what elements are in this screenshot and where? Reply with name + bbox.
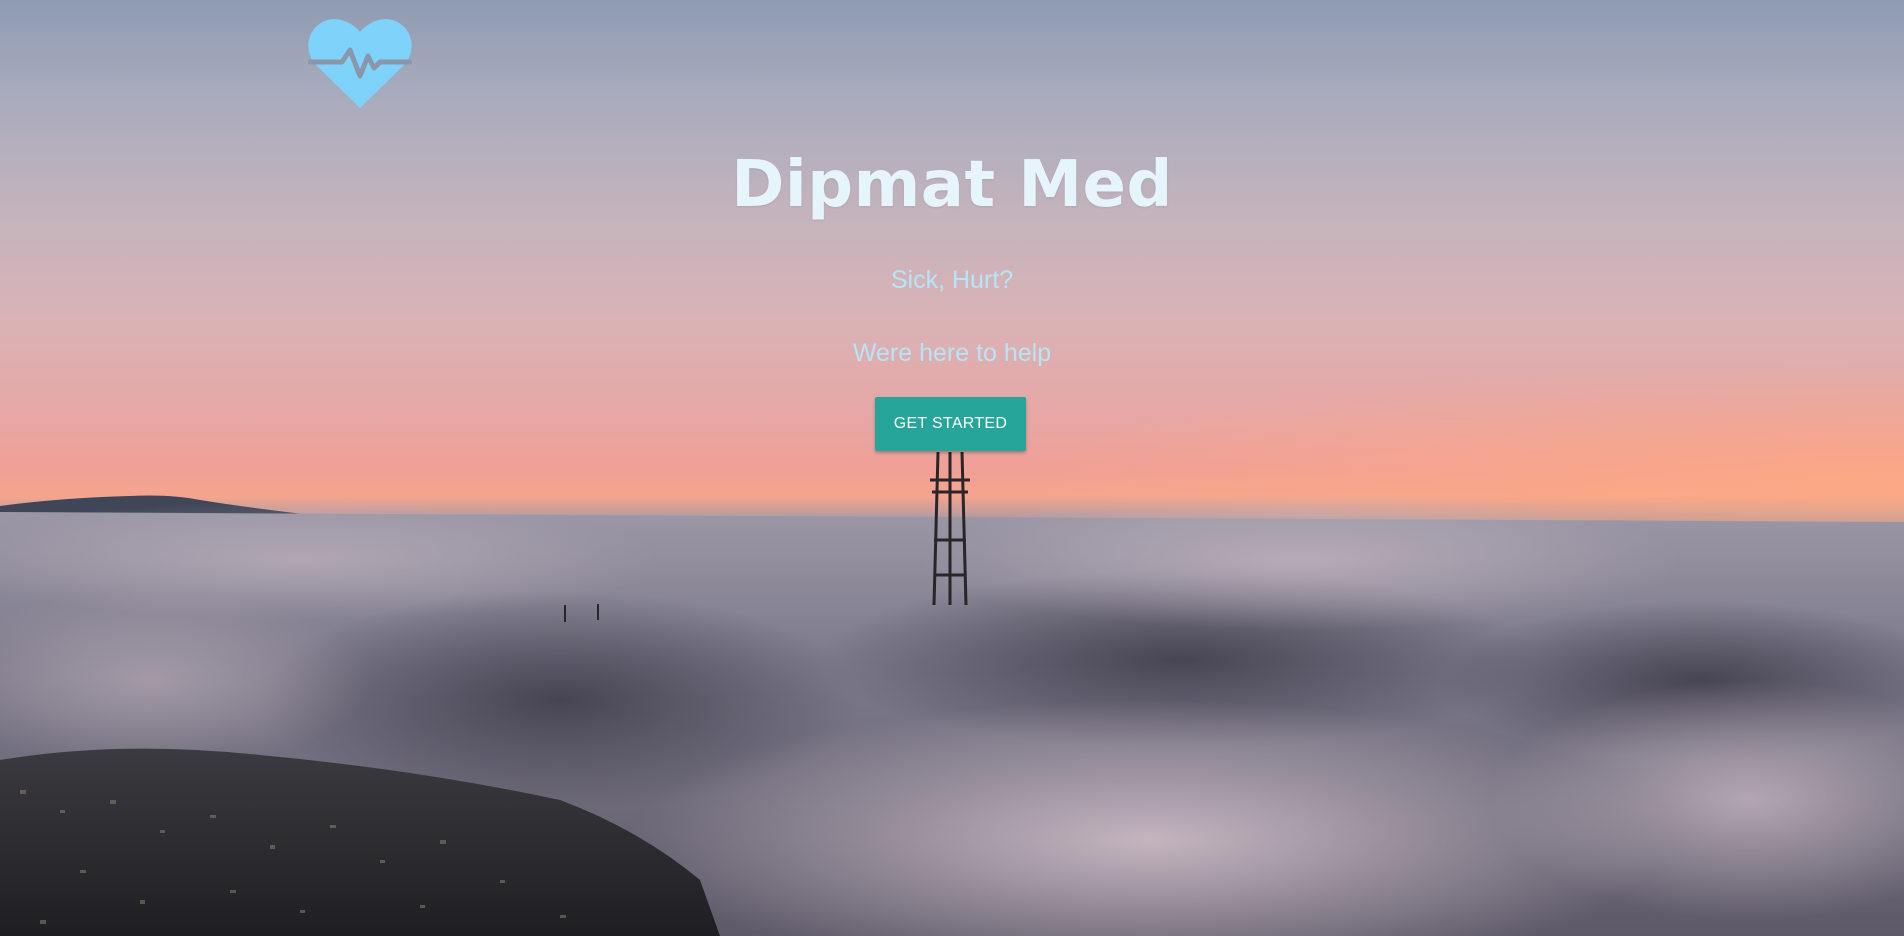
page-title: Dipmat Med	[731, 148, 1173, 222]
background-photo	[0, 451, 1904, 936]
heart-pulse-icon	[308, 19, 412, 108]
hero-section: Dipmat Med Sick, Hurt? Were here to help…	[0, 0, 1904, 936]
tagline-question: Sick, Hurt?	[890, 266, 1014, 294]
tagline-statement: Were here to help	[852, 339, 1052, 367]
get-started-button[interactable]: GET STARTED	[875, 397, 1026, 451]
